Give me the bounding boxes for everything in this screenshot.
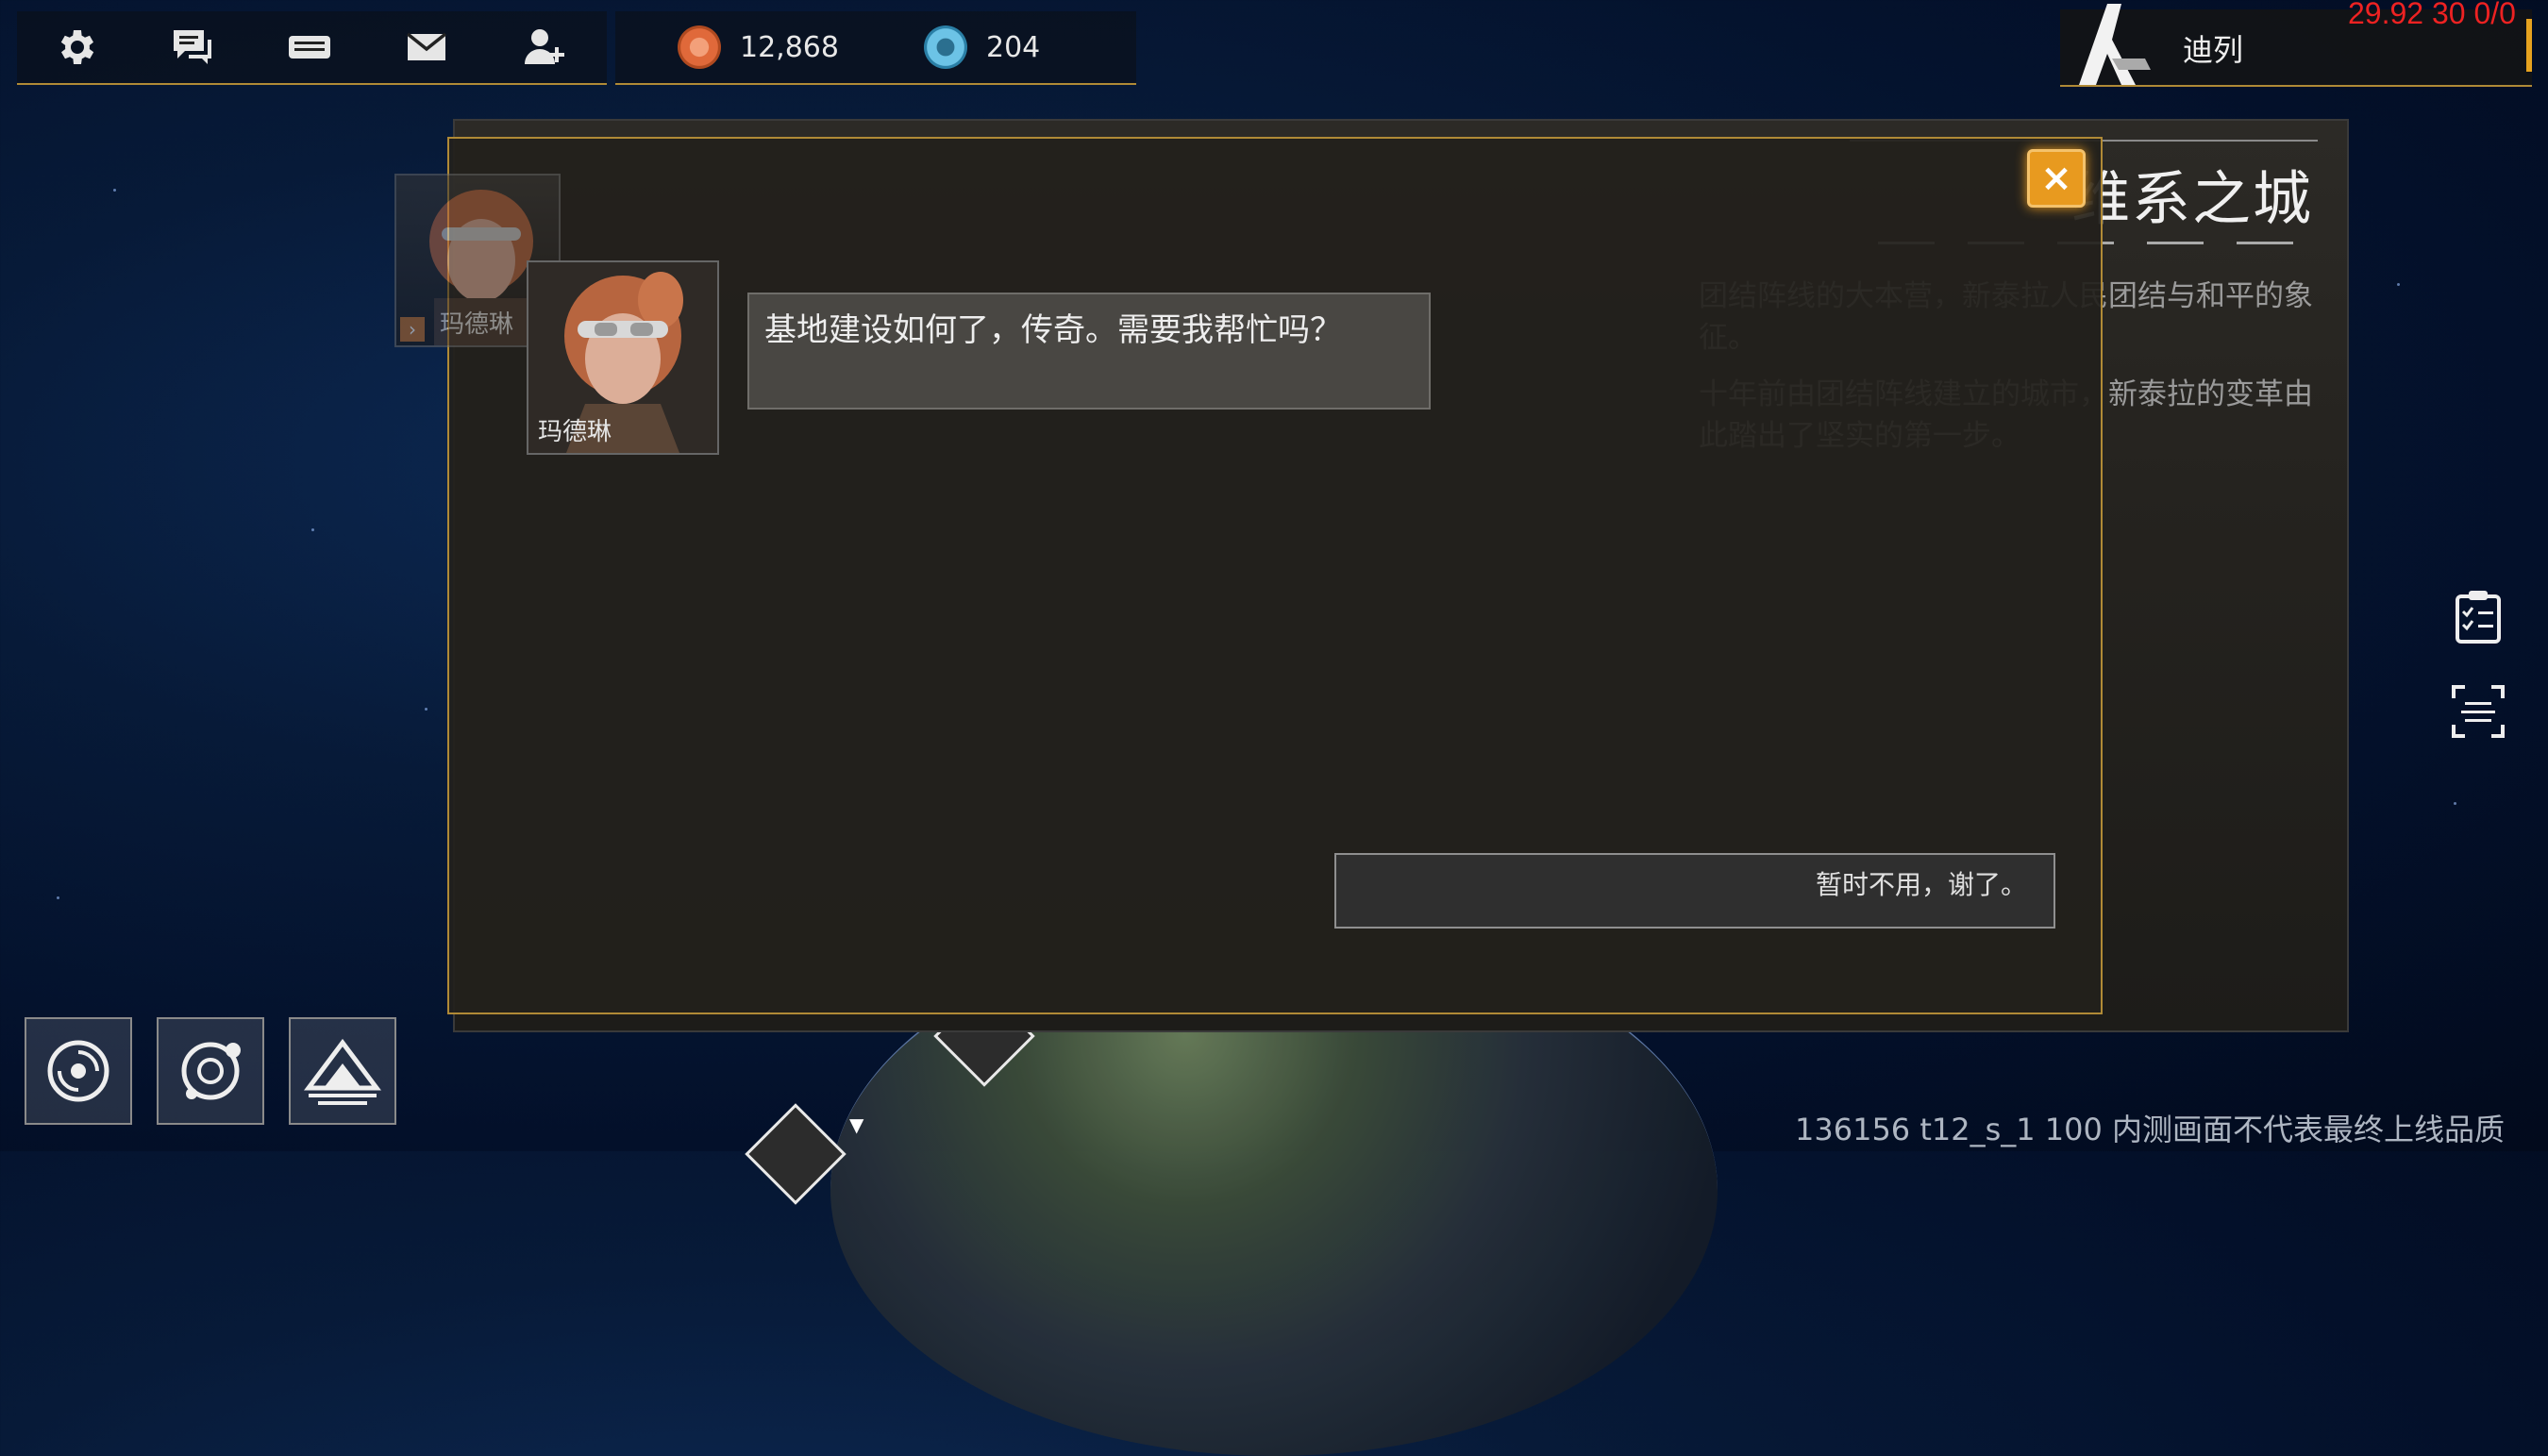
- gear-icon[interactable]: [17, 11, 134, 83]
- orbit-icon: [181, 1042, 241, 1100]
- reply-option-label: 暂时不用，谢了。: [1815, 869, 2027, 900]
- resource-crystal-value: 12,868: [740, 30, 839, 64]
- galaxy-button[interactable]: [25, 1017, 132, 1125]
- friend-icon[interactable]: [485, 11, 602, 83]
- gamepad-icon[interactable]: [251, 11, 368, 83]
- scan-icon[interactable]: [2450, 683, 2506, 740]
- orange-crystal-icon: [678, 25, 721, 69]
- resource-token-value: 204: [985, 30, 1041, 64]
- speaker-name: 玛德琳: [538, 418, 612, 446]
- city-title: 维系之城: [2071, 164, 2314, 233]
- galaxy-icon: [47, 1040, 109, 1102]
- previous-speaker-name: 玛德琳: [440, 310, 514, 339]
- mountain-icon: [304, 1038, 381, 1105]
- reply-option-button[interactable]: 暂时不用，谢了。: [1334, 853, 2055, 929]
- chat-icon[interactable]: [134, 11, 251, 83]
- build-info: 136156 t12_s_1 100 内测画面不代表最终上线品质: [1795, 1112, 2506, 1147]
- speech-bubble: 基地建设如何了，传奇。需要我帮忙吗？: [747, 293, 1431, 410]
- blue-token-icon: [923, 25, 967, 69]
- resource-crystal[interactable]: 12,868: [678, 25, 839, 69]
- fps-counter: 29.92 30 0/0: [2348, 0, 2516, 30]
- close-button[interactable]: ×: [2027, 149, 2086, 208]
- resource-token[interactable]: 204: [923, 25, 1041, 69]
- mail-icon[interactable]: [368, 11, 485, 83]
- player-name: 迪列: [2183, 32, 2244, 68]
- player-accent-bar: [2526, 19, 2532, 72]
- resource-bar: 12,868 204: [615, 11, 1136, 85]
- speaker-portrait: 玛德琳: [527, 260, 719, 455]
- planet-surface-button[interactable]: [289, 1017, 396, 1125]
- top-menu-bar: [17, 11, 607, 85]
- down-arrow-icon: ▼: [849, 1113, 864, 1136]
- task-list-icon[interactable]: [2450, 589, 2506, 645]
- faction-logo-icon: [2079, 4, 2151, 85]
- dialogue-line: 基地建设如何了，传奇。需要我帮忙吗？: [764, 311, 1342, 349]
- chevron-right-icon: ›: [400, 317, 425, 342]
- star-system-button[interactable]: [157, 1017, 264, 1125]
